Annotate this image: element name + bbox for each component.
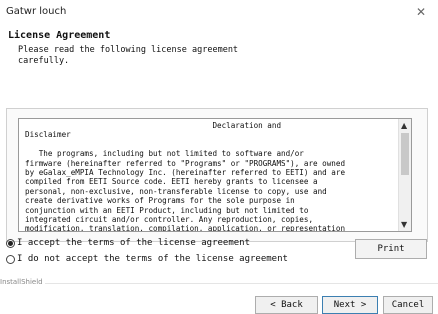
close-icon[interactable]: ✕ bbox=[416, 5, 426, 19]
accept-label[interactable]: I accept the terms of the license agreem… bbox=[17, 238, 250, 248]
page-subtitle: Please read the following license agreem… bbox=[18, 45, 239, 66]
window-title: Gatwr louch bbox=[6, 6, 67, 17]
license-text: Declaration and Disclaimer The programs,… bbox=[25, 121, 346, 231]
decline-label[interactable]: I do not accept the terms of the license… bbox=[17, 254, 288, 264]
title-bar: Gatwr louch ✕ bbox=[0, 0, 438, 26]
print-button[interactable]: Print bbox=[355, 239, 427, 259]
scroll-up-icon[interactable]: ▲ bbox=[401, 121, 407, 130]
installer-brand: InstallShield bbox=[0, 278, 45, 286]
scroll-thumb[interactable] bbox=[401, 133, 409, 175]
decline-radio[interactable] bbox=[6, 254, 15, 264]
accept-option[interactable]: I accept the terms of the license agreem… bbox=[6, 236, 250, 250]
radio-selected-dot bbox=[8, 240, 13, 246]
back-button[interactable]: < Back bbox=[255, 296, 318, 314]
decline-option[interactable]: I do not accept the terms of the license… bbox=[6, 252, 288, 266]
next-button[interactable]: Next > bbox=[322, 296, 378, 314]
page-header: License Agreement Please read the follow… bbox=[0, 26, 438, 86]
footer-divider bbox=[0, 283, 438, 284]
accept-radio[interactable] bbox=[6, 238, 15, 248]
license-scrollbar[interactable]: ▲ ▼ bbox=[398, 119, 411, 231]
cancel-button[interactable]: Cancel bbox=[383, 296, 433, 314]
scroll-down-icon[interactable]: ▼ bbox=[401, 220, 407, 229]
license-text-box[interactable]: Declaration and Disclaimer The programs,… bbox=[18, 118, 412, 232]
page-title: License Agreement bbox=[8, 30, 111, 41]
